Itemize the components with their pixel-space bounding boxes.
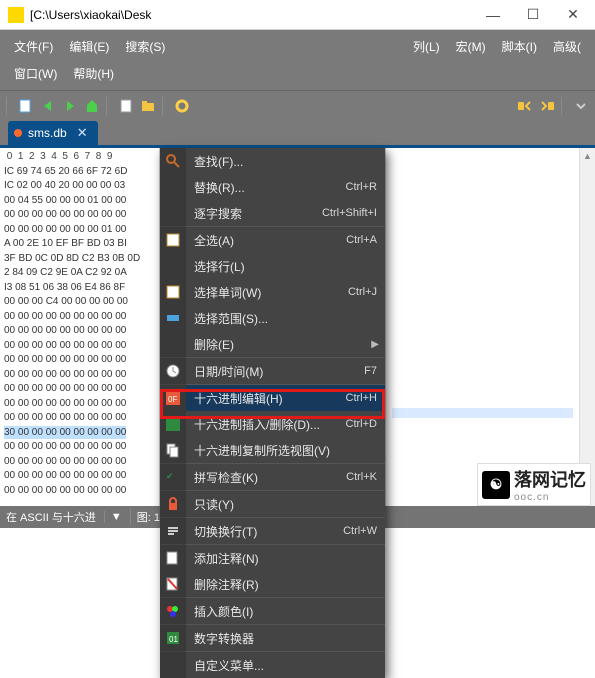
hex-row: IC 02 00 40 20 00 00 00 03 — [4, 180, 125, 191]
menu-item-datetime[interactable]: 日期/时间(M)F7 — [160, 358, 385, 384]
hex-row: 00 00 00 00 00 00 00 00 00 — [4, 398, 126, 409]
menu-item-wordsearch[interactable]: 逐字搜索Ctrl+Shift+I — [160, 200, 385, 226]
new-file-icon[interactable] — [16, 96, 36, 116]
menu-item-custom-menu[interactable]: 自定义菜单... — [160, 652, 385, 678]
page-icon[interactable] — [116, 96, 136, 116]
menu-help[interactable]: 帮助(H) — [67, 61, 120, 86]
menu-item-wrap[interactable]: 切换换行(T)Ctrl+W — [160, 518, 385, 544]
hex-row-selected: 30 00 00 00 00 00 00 00 00 — [4, 426, 126, 440]
brand-name: 落网记忆 — [514, 466, 586, 492]
hex-row: 00 00 00 00 00 00 00 00 00 — [4, 325, 126, 336]
hex-row: 00 00 00 00 00 00 00 00 00 — [4, 369, 126, 380]
menu-item-select-range[interactable]: 选择范围(S)... — [160, 305, 385, 331]
status-arrow[interactable]: ▼ — [104, 511, 122, 523]
menu-bar: 文件(F) 编辑(E) 搜索(S) 列(L) 宏(M) 脚本(I) 高级( 窗口… — [0, 30, 595, 90]
maximize-button[interactable]: ☐ — [513, 0, 553, 30]
menu-edit[interactable]: 编辑(E) — [63, 34, 115, 59]
hex-row: 00 00 00 00 00 00 00 00 00 — [4, 311, 126, 322]
title-bar: [C:\Users\xiaokai\Desk — ☐ ✕ — [0, 0, 595, 30]
hex-row: 00 00 00 C4 00 00 00 00 00 — [4, 296, 128, 307]
svg-text:0F: 0F — [168, 395, 177, 404]
menu-item-hex-edit[interactable]: 0F十六进制编辑(H)Ctrl+H — [160, 385, 385, 411]
hex-row: 00 00 00 00 00 00 00 00 00 — [4, 485, 126, 496]
menu-item-add-note[interactable]: 添加注释(N) — [160, 545, 385, 571]
menu-column[interactable]: 列(L) — [407, 34, 446, 59]
menu-item-select-line[interactable]: 选择行(L) — [160, 253, 385, 279]
menu-item-number-converter[interactable]: 01数字转换器 — [160, 625, 385, 651]
menu-item-replace[interactable]: 替换(R)...Ctrl+R — [160, 174, 385, 200]
submenu-arrow-icon: ▶ — [371, 339, 379, 350]
menu-window[interactable]: 窗口(W) — [8, 61, 63, 86]
hex-editor[interactable]: 0 1 2 3 4 5 6 7 8 9 IC 69 74 65 20 66 6F… — [0, 148, 160, 528]
menu-item-hex-insert-delete[interactable]: 十六进制插入/删除(D)...Ctrl+D — [160, 411, 385, 437]
hex-row: 00 00 00 00 00 00 00 01 00 — [4, 224, 126, 235]
menu-item-delete[interactable]: 删除(E)▶ — [160, 331, 385, 357]
menu-item-select-word[interactable]: 选择单词(W)Ctrl+J — [160, 279, 385, 305]
close-button[interactable]: ✕ — [553, 0, 593, 30]
window-title: [C:\Users\xiaokai\Desk — [30, 8, 473, 22]
menu-item-delete-note[interactable]: 删除注释(R) — [160, 571, 385, 597]
hex-row: 00 00 00 00 00 00 00 00 00 — [4, 354, 126, 365]
edit-context-menu: 查找(F)... 替换(R)...Ctrl+R 逐字搜索Ctrl+Shift+I… — [160, 148, 385, 678]
menu-item-spellcheck[interactable]: ✔拼写检查(K)Ctrl+K — [160, 464, 385, 490]
hex-row: 00 00 00 00 00 00 00 00 00 — [4, 412, 126, 423]
bookmark-prev-icon[interactable] — [515, 96, 535, 116]
selection-stripe — [392, 408, 573, 418]
menu-file[interactable]: 文件(F) — [8, 34, 59, 59]
menu-item-insert-color[interactable]: 插入颜色(I) — [160, 598, 385, 624]
tab-smsdb[interactable]: sms.db ✕ — [8, 121, 98, 145]
menu-advanced[interactable]: 高级( — [547, 34, 587, 59]
hex-row: 00 00 00 00 00 00 00 00 00 — [4, 456, 126, 467]
tab-label: sms.db — [28, 126, 67, 140]
toolbar — [0, 90, 595, 120]
hex-row: A 00 2E 10 EF BF BD 03 BI — [4, 238, 127, 249]
back-icon[interactable] — [38, 96, 58, 116]
minimize-button[interactable]: — — [473, 0, 513, 30]
scroll-up-icon[interactable]: ▲ — [580, 148, 595, 164]
menu-macro[interactable]: 宏(M) — [450, 34, 492, 59]
hex-row: 00 00 00 00 00 00 00 00 00 — [4, 209, 126, 220]
forward-icon[interactable] — [60, 96, 80, 116]
status-mode: 在 ASCII 与十六进 — [6, 509, 96, 525]
gear-icon[interactable] — [172, 96, 192, 116]
app-icon — [8, 7, 24, 23]
up-icon[interactable] — [82, 96, 102, 116]
hex-row: 00 00 00 00 00 00 00 00 00 — [4, 340, 126, 351]
hex-row: 3F BD 0C 0D 8D C2 B3 0B 0D — [4, 253, 140, 264]
hex-row: 00 00 00 00 00 00 00 00 00 — [4, 441, 126, 452]
menu-item-find[interactable]: 查找(F)... — [160, 148, 385, 174]
hex-row: 00 00 00 00 00 00 00 00 00 — [4, 383, 126, 394]
hex-row: I3 08 51 06 38 06 E4 86 8F — [4, 282, 125, 293]
svg-text:01: 01 — [169, 635, 178, 644]
svg-text:✔: ✔ — [166, 471, 174, 481]
watermark: ☯ 落网记忆 ooc.cn — [477, 463, 591, 506]
hex-row: 2 84 09 C2 9E 0A C2 92 0A — [4, 267, 127, 278]
brand-logo-icon: ☯ — [482, 471, 510, 499]
tab-close-icon[interactable]: ✕ — [77, 125, 88, 141]
menu-script[interactable]: 脚本(I) — [496, 34, 543, 59]
bookmark-next-icon[interactable] — [537, 96, 557, 116]
menu-item-select-all[interactable]: 全选(A)Ctrl+A — [160, 227, 385, 253]
tab-strip: sms.db ✕ — [0, 120, 595, 148]
menu-search[interactable]: 搜索(S) — [119, 34, 171, 59]
chevron-down-icon[interactable] — [571, 96, 591, 116]
menu-item-readonly[interactable]: 只读(Y) — [160, 491, 385, 517]
hex-row: IC 69 74 65 20 66 6F 72 6D — [4, 166, 127, 177]
modified-dot-icon — [14, 129, 22, 137]
menu-item-hex-copy-view[interactable]: 十六进制复制所选视图(V) — [160, 437, 385, 463]
folder-icon[interactable] — [138, 96, 158, 116]
brand-url: ooc.cn — [514, 492, 586, 503]
hex-row: 00 00 00 00 00 00 00 00 00 — [4, 470, 126, 481]
hex-row: 00 04 55 00 00 00 01 00 00 — [4, 195, 126, 206]
